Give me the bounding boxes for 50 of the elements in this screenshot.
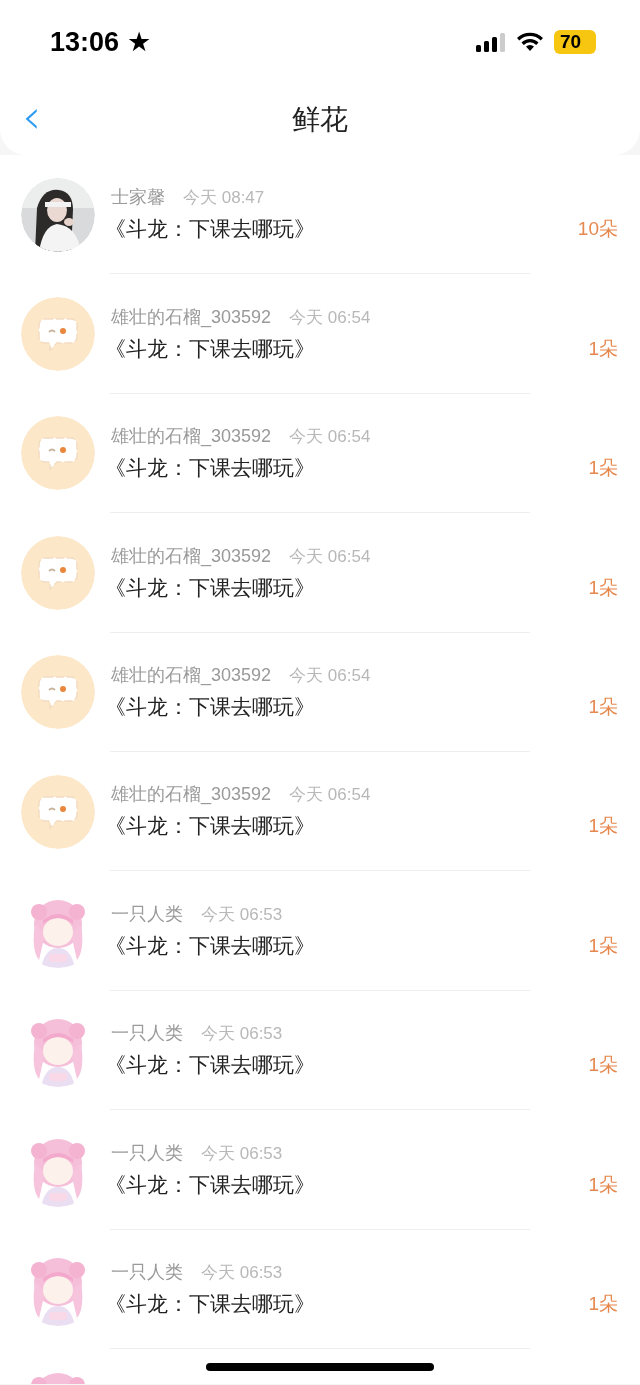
star-icon: ★ [127,28,152,56]
signal-icon [476,32,506,52]
clock-time: 13:06 [50,25,120,59]
work-title: 《斗龙：下课去哪玩》 [105,455,316,482]
flower-count: 1朵 [588,814,618,839]
work-title: 《斗龙：下课去哪玩》 [105,335,316,362]
flower-count: 1朵 [588,336,618,361]
flower-count: 1朵 [588,1172,618,1197]
chat-bubble-icon [37,315,79,354]
user-name: 雄壮的石榴_303592 [111,305,272,330]
battery-level: 70 [554,30,596,54]
time-label: 今天 06:54 [289,665,371,687]
user-name: 雄壮的石榴_303592 [111,544,272,569]
user-name: 一只人类 [111,1141,183,1165]
time-label: 今天 08:47 [183,187,265,210]
user-name: 士家馨 [111,186,165,210]
time-label: 今天 06:53 [201,1023,283,1046]
page-title: 鲜花 [292,102,348,137]
flower-count: 1朵 [588,456,618,481]
user-name: 雄壮的石榴_303592 [111,783,272,807]
work-title: 《斗龙：下课去哪玩》 [105,932,316,959]
work-title: 《斗龙：下课去哪玩》 [105,216,316,243]
time-label: 今天 06:54 [289,545,371,568]
work-title: 《斗龙：下课去哪玩》 [105,694,316,720]
back-button[interactable]: ‹ [22,96,42,136]
flower-count: 1朵 [588,933,618,958]
user-name: 一只人类 [111,1260,183,1284]
user-name: 雄壮的石榴_303592 [111,425,272,449]
work-title: 《斗龙：下课去哪玩》 [105,813,316,840]
time-label: 今天 06:53 [201,903,283,926]
user-name: 雄壮的石榴_303592 [111,664,272,688]
time-label: 今天 06:54 [289,306,371,329]
user-name: 一只人类 [111,1022,183,1046]
time-label: 今天 06:54 [289,426,371,449]
chat-bubble-icon [37,673,79,712]
time-label: 今天 06:54 [289,784,371,807]
wifi-icon [516,32,544,52]
flower-count: 1朵 [588,695,618,719]
time-label: 今天 06:53 [201,1142,283,1165]
flower-count: 10朵 [577,217,618,242]
work-title: 《斗龙：下课去哪玩》 [105,574,316,601]
work-title: 《斗龙：下课去哪玩》 [105,1290,316,1317]
work-title: 《斗龙：下课去哪玩》 [105,1052,316,1079]
flower-count: 1朵 [588,1291,618,1316]
flower-count: 1朵 [588,575,618,600]
flower-count: 1朵 [588,1053,618,1078]
user-name: 一只人类 [111,902,183,926]
chat-bubble-icon [37,434,79,473]
time-label: 今天 06:53 [201,1261,283,1284]
work-title: 《斗龙：下课去哪玩》 [105,1171,316,1198]
